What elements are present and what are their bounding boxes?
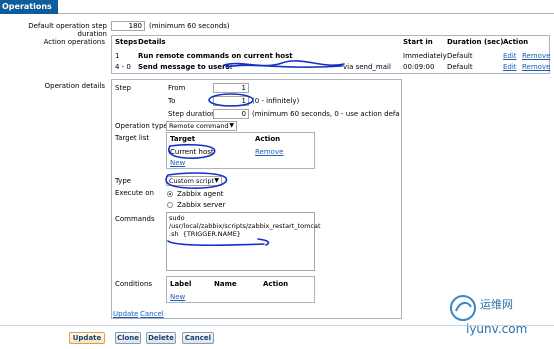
table-row-2-edit-link[interactable]: Edit	[503, 63, 517, 71]
conditions-label: Conditions	[115, 280, 153, 288]
conditions-col-name: Name	[214, 280, 237, 288]
conditions-col-action: Action	[263, 280, 289, 288]
to-hint: (0 - infinitely)	[252, 97, 300, 105]
col-steps: Steps	[115, 38, 138, 46]
default-step-duration-label: Default operation step duration	[28, 22, 107, 38]
operation-details-label: Operation details	[44, 82, 105, 90]
conditions-new-link[interactable]: New	[170, 293, 185, 301]
execute-on-server-radio[interactable]	[167, 202, 173, 208]
operation-type-select[interactable]: Remote command ▼	[166, 121, 237, 131]
target-col-header: Target	[170, 135, 196, 143]
update-button[interactable]: Update	[69, 332, 105, 344]
table-row-1-remove-link[interactable]: Remove	[522, 52, 550, 60]
execute-on-server-label: Zabbix server	[177, 201, 226, 209]
table-row-2-duration: Default	[447, 63, 473, 71]
tab-operations[interactable]: Operations	[0, 0, 58, 14]
watermark-text-cn: 运维网	[480, 298, 513, 311]
operation-type-label: Operation type	[115, 122, 168, 130]
tab-strip	[0, 0, 554, 14]
action-operations-label: Action operations	[43, 38, 105, 46]
table-row-2-details: Send message to users:	[138, 63, 233, 71]
annotation-ellipse-to	[208, 93, 254, 107]
table-row-2-steps: 4 - 0	[115, 63, 131, 71]
annotation-underline-commands	[167, 238, 270, 247]
table-row-1-duration: Default	[447, 52, 473, 60]
table-row-1-steps: 1	[115, 52, 120, 60]
step-duration-input[interactable]: 0	[213, 109, 249, 119]
table-row-1-edit-link[interactable]: Edit	[503, 52, 517, 60]
target-action-col-header: Action	[255, 135, 281, 143]
operation-update-link[interactable]: Update	[113, 310, 138, 318]
annotation-ellipse-type	[165, 172, 228, 189]
to-label: To	[168, 97, 176, 105]
default-step-duration-hint: (minimum 60 seconds)	[149, 22, 230, 30]
col-duration: Duration (sec)	[447, 38, 504, 46]
conditions-col-label: Label	[170, 280, 192, 288]
table-row-2-remove-link[interactable]: Remove	[522, 63, 550, 71]
cancel-button[interactable]: Cancel	[182, 332, 214, 344]
watermark-text-en: iyunv.com	[466, 322, 528, 336]
redaction-scribble	[223, 60, 345, 68]
target-list-label: Target list	[115, 134, 150, 142]
execute-on-agent-radio[interactable]	[167, 191, 173, 197]
type-label: Type	[115, 177, 132, 185]
table-row-2-start-in: 00:09:00	[403, 63, 435, 71]
chevron-down-icon: ▼	[229, 122, 234, 129]
execute-on-agent-label: Zabbix agent	[177, 190, 224, 198]
default-step-duration-input[interactable]: 180	[111, 21, 145, 31]
step-label: Step	[115, 84, 131, 92]
from-label: From	[168, 84, 186, 92]
col-start-in: Start in	[403, 38, 433, 46]
step-duration-label: Step duration	[168, 110, 216, 118]
col-details: Details	[138, 38, 166, 46]
step-duration-hint: (minimum 60 seconds, 0 - use action defa…	[252, 110, 400, 118]
clone-button[interactable]: Clone	[115, 332, 141, 344]
table-row-1-start-in: Immediately	[403, 52, 447, 60]
operation-cancel-link[interactable]: Cancel	[140, 310, 164, 318]
col-action: Action	[503, 38, 529, 46]
execute-on-label: Execute on	[115, 189, 154, 197]
commands-label: Commands	[115, 215, 155, 223]
watermark-logo-icon	[450, 295, 476, 321]
annotation-ellipse-target	[168, 143, 216, 159]
table-row-2-details-suffix: via send_mail	[343, 63, 391, 71]
delete-button[interactable]: Delete	[146, 332, 176, 344]
target-new-link[interactable]: New	[170, 159, 185, 167]
target-remove-link[interactable]: Remove	[255, 148, 283, 156]
